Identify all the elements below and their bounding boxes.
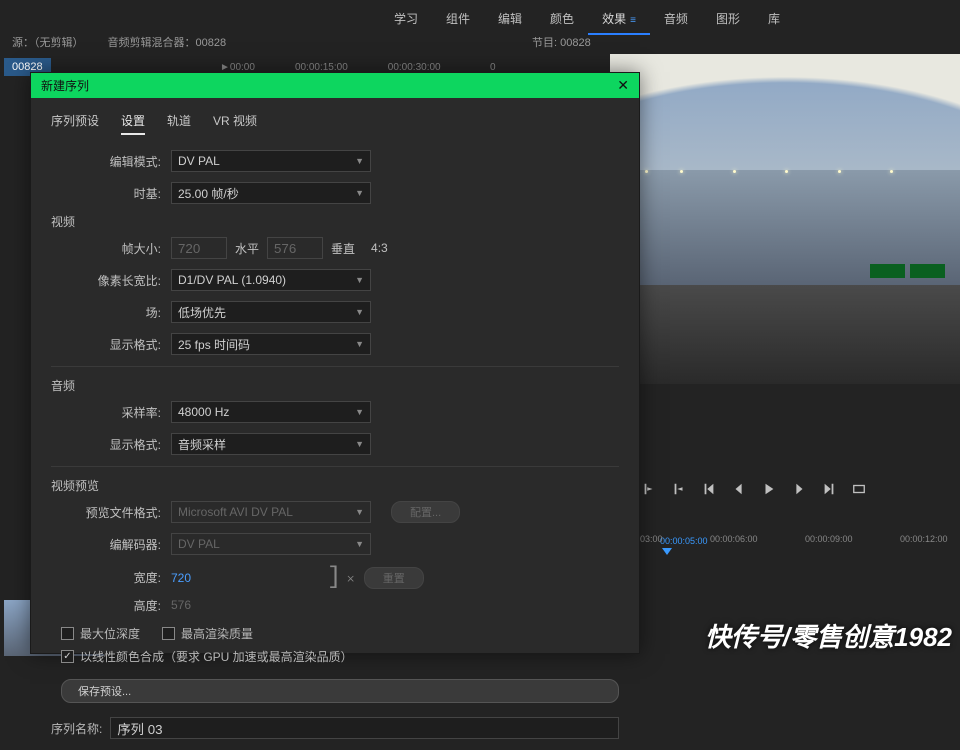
chevron-down-icon: ▼ bbox=[355, 275, 364, 285]
timeline-tick: 00:00:09:00 bbox=[805, 534, 853, 544]
horizontal-label: 水平 bbox=[227, 240, 267, 257]
video-section-label: 视频 bbox=[51, 213, 619, 230]
height-label: 高度: bbox=[51, 597, 171, 614]
mixer-panel-header[interactable]: 音频剪辑混合器：00828 bbox=[96, 30, 239, 54]
new-sequence-dialog: 新建序列 ✕ 序列预设 设置 轨道 VR 视频 编辑模式: DV PAL▼ 时基… bbox=[30, 72, 640, 654]
pixel-aspect-label: 像素长宽比: bbox=[51, 272, 171, 289]
dialog-body: 编辑模式: DV PAL▼ 时基: 25.00 帧/秒▼ 视频 帧大小: 水平 … bbox=[31, 145, 639, 707]
aspect-label: 4:3 bbox=[363, 241, 396, 255]
codec-label: 编解码器: bbox=[51, 536, 171, 553]
transport-controls bbox=[640, 480, 868, 498]
preview-image-area bbox=[610, 170, 960, 196]
audio-section-label: 音频 bbox=[51, 377, 619, 394]
width-value[interactable]: 720 bbox=[171, 571, 191, 585]
preview-image-area bbox=[870, 264, 905, 278]
play-button[interactable] bbox=[760, 480, 778, 498]
dialog-title-text: 新建序列 bbox=[41, 77, 89, 94]
source-panel-header[interactable]: 源：（无剪辑） bbox=[0, 30, 96, 54]
linear-composite-checkbox[interactable] bbox=[61, 650, 74, 663]
tab-tracks[interactable]: 轨道 bbox=[167, 112, 191, 135]
chevron-down-icon: ▼ bbox=[355, 407, 364, 417]
save-preset-button[interactable]: 保存预设... bbox=[61, 679, 619, 703]
step-back-button[interactable] bbox=[730, 480, 748, 498]
preview-image-area bbox=[610, 285, 960, 384]
export-frame-button[interactable] bbox=[850, 480, 868, 498]
linear-composite-label: 以线性颜色合成（要求 GPU 加速或最高渲染品质） bbox=[80, 648, 353, 665]
timeline-tick: 00:00:06:00 bbox=[710, 534, 758, 544]
sequence-name-row: 序列名称: bbox=[31, 707, 639, 749]
close-icon[interactable]: ✕ bbox=[617, 77, 629, 94]
panel-header-row: 源：（无剪辑） 音频剪辑混合器：00828 bbox=[0, 30, 960, 54]
display-format-select[interactable]: 25 fps 时间码▼ bbox=[171, 333, 371, 355]
preview-format-select: Microsoft AVI DV PAL▼ bbox=[171, 501, 371, 523]
step-fwd-button[interactable] bbox=[790, 480, 808, 498]
go-end-button[interactable] bbox=[820, 480, 838, 498]
go-start-button[interactable] bbox=[700, 480, 718, 498]
frame-height-input bbox=[267, 237, 323, 259]
timeline-tick: 00:00:12:00 bbox=[900, 534, 948, 544]
pixel-aspect-select[interactable]: D1/DV PAL (1.0940)▼ bbox=[171, 269, 371, 291]
chevron-down-icon: ▼ bbox=[355, 339, 364, 349]
edit-mode-select[interactable]: DV PAL▼ bbox=[171, 150, 371, 172]
chevron-down-icon: ▼ bbox=[355, 439, 364, 449]
codec-select: DV PAL▼ bbox=[171, 533, 371, 555]
display-format-label: 显示格式: bbox=[51, 336, 171, 353]
sample-rate-select[interactable]: 48000 Hz▼ bbox=[171, 401, 371, 423]
audio-display-format-select[interactable]: 音频采样▼ bbox=[171, 433, 371, 455]
vertical-label: 垂直 bbox=[323, 240, 363, 257]
dialog-titlebar[interactable]: 新建序列 ✕ bbox=[31, 73, 639, 98]
sample-rate-label: 采样率: bbox=[51, 404, 171, 421]
timebase-select[interactable]: 25.00 帧/秒▼ bbox=[171, 182, 371, 204]
tab-settings[interactable]: 设置 bbox=[121, 112, 145, 135]
reset-button: 重置 bbox=[364, 567, 424, 589]
mark-in-button[interactable] bbox=[640, 480, 658, 498]
sequence-name-label: 序列名称: bbox=[51, 720, 102, 737]
chevron-down-icon: ▼ bbox=[355, 156, 364, 166]
tab-presets[interactable]: 序列预设 bbox=[51, 112, 99, 135]
framesize-label: 帧大小: bbox=[51, 240, 171, 257]
fields-select[interactable]: 低场优先▼ bbox=[171, 301, 371, 323]
chevron-down-icon: ▼ bbox=[355, 307, 364, 317]
tab-vr[interactable]: VR 视频 bbox=[213, 112, 257, 135]
frame-width-input bbox=[171, 237, 227, 259]
mark-out-button[interactable] bbox=[670, 480, 688, 498]
program-monitor[interactable] bbox=[610, 54, 960, 384]
preview-image-area bbox=[910, 264, 945, 278]
watermark-text: 快传号/零售创意1982 bbox=[705, 617, 952, 654]
height-value: 576 bbox=[171, 598, 191, 612]
chevron-down-icon: ▼ bbox=[355, 188, 364, 198]
dialog-tabs: 序列预设 设置 轨道 VR 视频 bbox=[31, 98, 639, 145]
edit-mode-label: 编辑模式: bbox=[51, 153, 171, 170]
program-panel-header[interactable]: 节目: 00828 bbox=[520, 30, 603, 54]
max-bit-depth-label: 最大位深度 bbox=[80, 625, 140, 642]
width-label: 宽度: bbox=[51, 569, 171, 586]
timebase-label: 时基: bbox=[51, 185, 171, 202]
chevron-down-icon: ▼ bbox=[355, 507, 364, 517]
video-preview-section-label: 视频预览 bbox=[51, 477, 619, 494]
configure-button: 配置... bbox=[391, 501, 460, 523]
link-bracket-icon: ] bbox=[327, 564, 341, 591]
max-render-quality-label: 最高渲染质量 bbox=[181, 625, 253, 642]
max-bit-depth-checkbox[interactable] bbox=[61, 627, 74, 640]
sequence-name-input[interactable] bbox=[110, 717, 619, 739]
max-render-quality-checkbox[interactable] bbox=[162, 627, 175, 640]
audio-display-format-label: 显示格式: bbox=[51, 436, 171, 453]
fields-label: 场: bbox=[51, 304, 171, 321]
link-icon[interactable]: 𐄂 bbox=[347, 569, 353, 586]
chevron-down-icon: ▼ bbox=[355, 539, 364, 549]
preview-format-label: 预览文件格式: bbox=[51, 504, 171, 521]
